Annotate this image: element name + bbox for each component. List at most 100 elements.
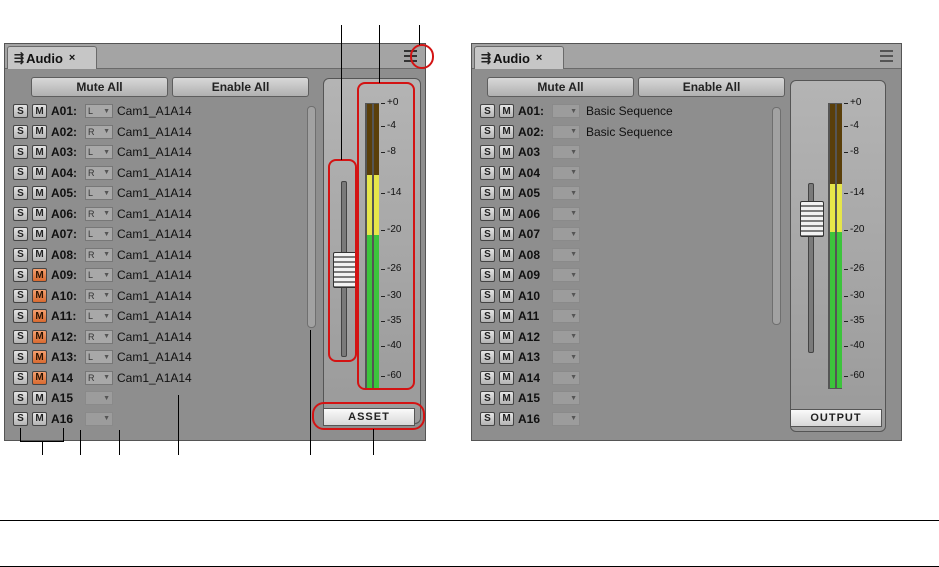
- solo-button[interactable]: S: [13, 145, 28, 159]
- solo-button[interactable]: S: [13, 329, 28, 344]
- channel-select[interactable]: ▼: [552, 227, 580, 241]
- solo-button[interactable]: S: [13, 186, 28, 200]
- solo-button[interactable]: S: [480, 104, 495, 118]
- mute-button[interactable]: M: [32, 145, 47, 159]
- mute-button[interactable]: M: [32, 165, 47, 180]
- channel-select[interactable]: ▼: [552, 268, 580, 282]
- mute-button[interactable]: M: [32, 104, 47, 118]
- channel-select[interactable]: ▼: [85, 391, 113, 405]
- channel-select[interactable]: ▼: [552, 186, 580, 200]
- channel-select[interactable]: L ▼: [85, 104, 113, 118]
- solo-button[interactable]: S: [13, 370, 28, 385]
- close-icon[interactable]: ×: [536, 52, 542, 64]
- channel-select[interactable]: L ▼: [85, 309, 113, 323]
- mute-button[interactable]: M: [499, 145, 514, 159]
- channel-select[interactable]: L ▼: [85, 268, 113, 282]
- channel-select[interactable]: R ▼: [85, 288, 113, 303]
- solo-button[interactable]: S: [480, 206, 495, 221]
- channel-select[interactable]: ▼: [552, 165, 580, 180]
- solo-button[interactable]: S: [13, 165, 28, 180]
- solo-button[interactable]: S: [13, 288, 28, 303]
- channel-select[interactable]: L ▼: [85, 227, 113, 241]
- mute-button[interactable]: M: [499, 350, 514, 364]
- mute-button[interactable]: M: [32, 227, 47, 241]
- track-list-scrollbar[interactable]: [772, 107, 781, 325]
- solo-button[interactable]: S: [480, 227, 495, 241]
- solo-button[interactable]: S: [13, 227, 28, 241]
- channel-select[interactable]: ▼: [552, 391, 580, 405]
- solo-button[interactable]: S: [480, 165, 495, 180]
- channel-select[interactable]: L ▼: [85, 145, 113, 159]
- panel-menu-icon[interactable]: [880, 50, 893, 62]
- mute-button[interactable]: M: [32, 124, 47, 139]
- solo-button[interactable]: S: [480, 124, 495, 139]
- mute-button[interactable]: M: [32, 411, 47, 426]
- volume-fader-knob[interactable]: [800, 201, 824, 237]
- solo-button[interactable]: S: [480, 391, 495, 405]
- solo-button[interactable]: S: [480, 411, 495, 426]
- mute-button[interactable]: M: [499, 186, 514, 200]
- channel-select[interactable]: ▼: [552, 309, 580, 323]
- mute-button[interactable]: M: [32, 288, 47, 303]
- mute-button[interactable]: M: [32, 370, 47, 385]
- channel-select[interactable]: ▼: [552, 350, 580, 364]
- solo-button[interactable]: S: [13, 411, 28, 426]
- channel-select[interactable]: ▼: [552, 411, 580, 426]
- channel-select[interactable]: R ▼: [85, 165, 113, 180]
- tab-audio[interactable]: ⇶ Audio ×: [7, 46, 97, 69]
- mute-button[interactable]: M: [499, 227, 514, 241]
- mute-button[interactable]: M: [499, 288, 514, 303]
- channel-select[interactable]: R ▼: [85, 370, 113, 385]
- mute-button[interactable]: M: [32, 268, 47, 282]
- channel-select[interactable]: R ▼: [85, 247, 113, 262]
- solo-button[interactable]: S: [480, 329, 495, 344]
- mute-button[interactable]: M: [499, 268, 514, 282]
- mute-button[interactable]: M: [32, 391, 47, 405]
- channel-select[interactable]: R ▼: [85, 206, 113, 221]
- mute-button[interactable]: M: [499, 309, 514, 323]
- solo-button[interactable]: S: [480, 268, 495, 282]
- mute-button[interactable]: M: [499, 391, 514, 405]
- mute-button[interactable]: M: [499, 247, 514, 262]
- tab-audio[interactable]: ⇶ Audio ×: [474, 46, 564, 69]
- mute-all-button[interactable]: Mute All: [487, 77, 634, 97]
- mute-button[interactable]: M: [32, 247, 47, 262]
- solo-button[interactable]: S: [13, 206, 28, 221]
- channel-select[interactable]: ▼: [552, 247, 580, 262]
- solo-button[interactable]: S: [480, 186, 495, 200]
- mute-button[interactable]: M: [32, 350, 47, 364]
- channel-select[interactable]: ▼: [552, 206, 580, 221]
- solo-button[interactable]: S: [480, 145, 495, 159]
- channel-select[interactable]: L ▼: [85, 350, 113, 364]
- channel-select[interactable]: R ▼: [85, 329, 113, 344]
- mute-button[interactable]: M: [32, 206, 47, 221]
- channel-select[interactable]: L ▼: [85, 186, 113, 200]
- solo-button[interactable]: S: [480, 350, 495, 364]
- channel-select[interactable]: ▼: [552, 145, 580, 159]
- solo-button[interactable]: S: [13, 268, 28, 282]
- channel-select[interactable]: ▼: [85, 411, 113, 426]
- solo-button[interactable]: S: [13, 124, 28, 139]
- mute-button[interactable]: M: [499, 165, 514, 180]
- mute-button[interactable]: M: [499, 124, 514, 139]
- solo-button[interactable]: S: [13, 309, 28, 323]
- track-list-scrollbar[interactable]: [307, 106, 316, 328]
- solo-button[interactable]: S: [13, 104, 28, 118]
- solo-button[interactable]: S: [13, 350, 28, 364]
- close-icon[interactable]: ×: [69, 52, 75, 64]
- enable-all-button[interactable]: Enable All: [638, 77, 785, 97]
- mute-all-button[interactable]: Mute All: [31, 77, 168, 97]
- solo-button[interactable]: S: [480, 309, 495, 323]
- solo-button[interactable]: S: [13, 391, 28, 405]
- mute-button[interactable]: M: [499, 329, 514, 344]
- mute-button[interactable]: M: [499, 206, 514, 221]
- solo-button[interactable]: S: [480, 247, 495, 262]
- solo-button[interactable]: S: [13, 247, 28, 262]
- channel-select[interactable]: ▼: [552, 288, 580, 303]
- channel-select[interactable]: ▼: [552, 370, 580, 385]
- channel-select[interactable]: ▼: [552, 124, 580, 139]
- mute-button[interactable]: M: [499, 411, 514, 426]
- mute-button[interactable]: M: [32, 186, 47, 200]
- solo-button[interactable]: S: [480, 370, 495, 385]
- channel-select[interactable]: ▼: [552, 104, 580, 118]
